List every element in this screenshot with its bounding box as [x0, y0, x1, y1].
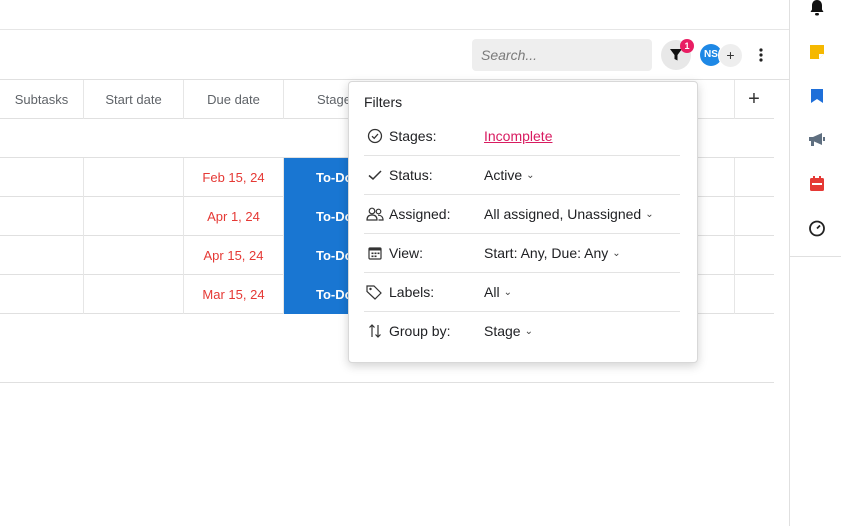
filter-value-text: All — [484, 284, 500, 300]
labels-filter-dropdown[interactable]: All ⌄ — [484, 284, 512, 300]
filter-row-status: Status: Active ⌄ — [364, 156, 680, 195]
filter-row-labels: Labels: All ⌄ — [364, 273, 680, 312]
add-column-button[interactable]: + — [734, 80, 774, 119]
start-date-cell[interactable] — [84, 236, 184, 275]
subtasks-cell[interactable] — [0, 275, 84, 314]
popup-title: Filters — [364, 94, 403, 110]
view-filter-dropdown[interactable]: Start: Any, Due: Any ⌄ — [484, 245, 621, 261]
timer-icon[interactable] — [807, 218, 827, 238]
chevron-down-icon: ⌄ — [503, 286, 512, 298]
due-date-cell[interactable]: Feb 15, 24 — [184, 158, 284, 197]
filters-popup: Filters Stages: Incomplete Status: Activ… — [348, 81, 698, 363]
row-divider — [734, 275, 735, 314]
group-by-dropdown[interactable]: Stage ⌄ — [484, 323, 533, 339]
subtasks-cell[interactable] — [0, 236, 84, 275]
chevron-down-icon: ⌄ — [645, 208, 654, 220]
stage-cell[interactable]: To-Do — [284, 236, 354, 275]
subtasks-cell[interactable] — [0, 197, 84, 236]
filter-value-text: Start: Any, Due: Any — [484, 245, 609, 261]
row-divider — [734, 236, 735, 275]
filter-label: Labels: — [389, 284, 435, 300]
filter-value-text: Stage — [484, 323, 521, 339]
table-bottom-divider — [0, 382, 774, 383]
sidebar-divider — [790, 256, 841, 257]
toolbar: 1 NS + — [0, 30, 789, 80]
column-header-subtasks[interactable]: Subtasks — [0, 80, 84, 119]
due-date-cell[interactable]: Apr 1, 24 — [184, 197, 284, 236]
bookmark-icon[interactable] — [807, 86, 827, 106]
people-icon — [366, 205, 384, 223]
sort-icon — [366, 322, 384, 340]
filter-count-badge: 1 — [680, 39, 694, 53]
filter-label: Assigned: — [389, 206, 451, 222]
stage-cell[interactable]: To-Do — [284, 158, 354, 197]
row-divider — [734, 197, 735, 236]
due-date-cell[interactable]: Mar 15, 24 — [184, 275, 284, 314]
chevron-down-icon: ⌄ — [612, 247, 621, 259]
start-date-cell[interactable] — [84, 158, 184, 197]
column-header-due-date[interactable]: Due date — [184, 80, 284, 119]
calendar-icon — [366, 244, 384, 262]
start-date-cell[interactable] — [84, 197, 184, 236]
column-header-start-date[interactable]: Start date — [84, 80, 184, 119]
filter-label: Stages: — [389, 128, 437, 144]
stage-cell[interactable]: To-Do — [284, 197, 354, 236]
search-input[interactable] — [472, 39, 652, 71]
filter-label: View: — [389, 245, 423, 261]
assigned-filter-dropdown[interactable]: All assigned, Unassigned ⌄ — [484, 206, 654, 222]
sticky-note-icon[interactable] — [807, 42, 827, 62]
row-divider — [734, 158, 735, 197]
chevron-down-icon: ⌄ — [524, 325, 533, 337]
due-date-cell[interactable]: Apr 15, 24 — [184, 236, 284, 275]
filter-row-stages: Stages: Incomplete — [364, 117, 680, 156]
subtasks-cell[interactable] — [0, 158, 84, 197]
filter-label: Group by: — [389, 323, 451, 339]
more-options-button[interactable] — [752, 42, 770, 68]
filter-row-group-by: Group by: Stage ⌄ — [364, 312, 680, 351]
more-vertical-icon — [759, 48, 763, 62]
filter-value-text: All assigned, Unassigned — [484, 206, 642, 222]
calendar-icon[interactable] — [807, 174, 827, 194]
filter-value-text: Incomplete — [484, 128, 553, 144]
filter-label: Status: — [389, 167, 433, 183]
megaphone-icon[interactable] — [807, 130, 827, 150]
start-date-cell[interactable] — [84, 275, 184, 314]
status-filter-dropdown[interactable]: Active ⌄ — [484, 167, 535, 183]
check-icon — [366, 166, 384, 184]
add-member-button[interactable]: + — [718, 43, 743, 68]
tag-icon — [366, 283, 384, 301]
filter-row-assigned: Assigned: All assigned, Unassigned ⌄ — [364, 195, 680, 234]
stages-filter-value[interactable]: Incomplete — [484, 128, 552, 144]
right-sidebar — [789, 0, 841, 526]
check-circle-icon — [366, 127, 384, 145]
top-bar — [0, 0, 789, 30]
filter-row-view: View: Start: Any, Due: Any ⌄ — [364, 234, 680, 273]
filter-value-text: Active — [484, 167, 523, 183]
bell-icon[interactable] — [807, 0, 827, 18]
stage-cell[interactable]: To-Do — [284, 275, 354, 314]
chevron-down-icon: ⌄ — [526, 169, 535, 181]
